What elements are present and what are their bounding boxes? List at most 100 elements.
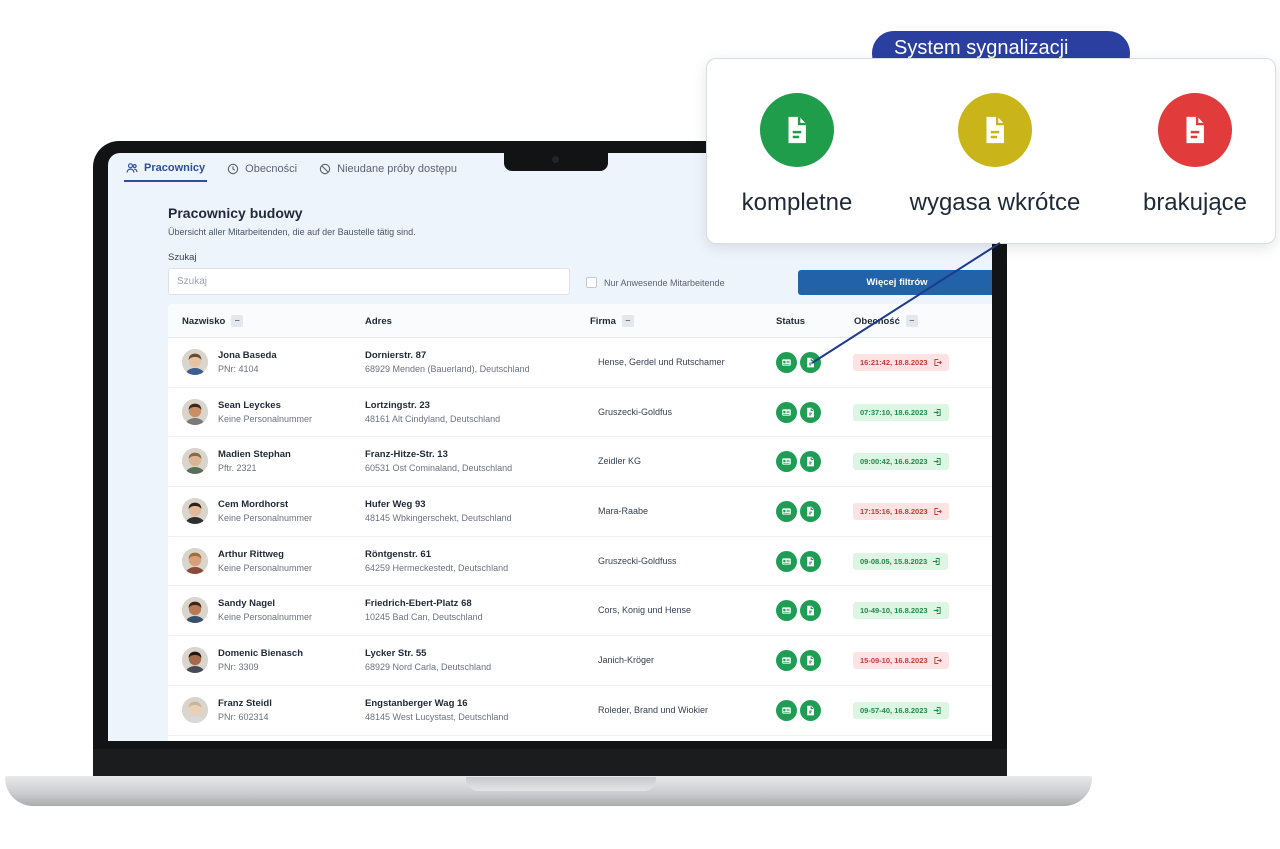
- id-card-icon[interactable]: [776, 550, 797, 572]
- address-city: 60531 Ost Cominaland, Deutschland: [365, 463, 513, 474]
- worker-name: Cem Mordhorst: [218, 499, 289, 511]
- document-icon[interactable]: [800, 352, 821, 373]
- column-header-nazwisko[interactable]: Nazwisko –: [182, 304, 244, 338]
- address-city: 64259 Hermeckestedt, Deutschland: [365, 562, 509, 573]
- table-row[interactable]: Sean Leyckes Keine Personalnummer Lortzing…: [168, 388, 992, 438]
- enter-icon: [933, 408, 942, 417]
- avatar: [182, 398, 208, 425]
- worker-name: Franz Steidl: [218, 697, 272, 709]
- table-row[interactable]: Domenic Bienasch PNr: 3309 Lycker Str. 55 6…: [168, 636, 992, 686]
- more-filters-button[interactable]: Więcej filtrów: [798, 270, 992, 295]
- company-name: Janich-Kröger: [598, 655, 655, 666]
- presence-time: 10-49-10, 16.8.2023: [860, 606, 928, 616]
- presence-time: 09:00:42, 16.6.2023: [860, 457, 928, 467]
- enter-icon: [933, 457, 942, 466]
- legend-label: wygasa wkrótce: [909, 189, 1081, 216]
- enter-icon: [932, 557, 941, 566]
- column-header-obecnosc[interactable]: Obecność –: [854, 304, 918, 338]
- status-badges: [776, 352, 821, 373]
- status-badges: [776, 600, 821, 622]
- address-street: Hufer Weg 93: [365, 499, 426, 511]
- address-street: Engstanberger Wag 16: [365, 697, 468, 709]
- address-street: Friedrich-Ebert-Platz 68: [365, 598, 472, 610]
- exit-icon: [933, 656, 942, 665]
- presence-badge: 07:37:10, 18.6.2023: [853, 403, 949, 421]
- document-icon[interactable]: [800, 600, 821, 622]
- avatar: [182, 597, 208, 624]
- sort-toggle-icon[interactable]: –: [905, 315, 918, 327]
- column-header-status: Status: [776, 304, 805, 338]
- id-card-icon[interactable]: [776, 600, 797, 622]
- worker-name: Domenic Bienasch: [218, 648, 303, 660]
- id-card-icon[interactable]: [776, 501, 797, 523]
- legend-label: brakujące: [1142, 189, 1248, 216]
- tab-nieudane-proby[interactable]: Nieudane próby dostępu: [317, 156, 459, 182]
- column-header-firma[interactable]: Firma –: [590, 304, 634, 338]
- document-icon[interactable]: [800, 550, 821, 572]
- search-label: Szukaj: [168, 252, 197, 263]
- address-city: 48161 Alt Cindyland, Deutschland: [365, 413, 501, 424]
- column-header-adres: Adres: [365, 304, 392, 338]
- worker-personnel-number: Keine Personalnummer: [218, 413, 313, 424]
- status-badges: [776, 451, 821, 473]
- present-only-filter[interactable]: Nur Anwesende Mitarbeitende: [586, 277, 725, 288]
- company-name: Hense, Gerdel und Rutschamer: [598, 357, 725, 367]
- document-icon[interactable]: [800, 699, 821, 721]
- document-icon[interactable]: [800, 401, 821, 423]
- id-card-icon[interactable]: [776, 699, 797, 721]
- table-row[interactable]: Franz Steidl PNr: 602314 Engstanberger Wag…: [168, 686, 992, 736]
- column-label: Nazwisko: [182, 315, 226, 327]
- status-badges: [776, 650, 821, 672]
- avatar: [182, 696, 208, 723]
- address-city: 68929 Menden (Bauerland), Deutschland: [365, 364, 530, 374]
- address-street: Franz-Hitze-Str. 13: [365, 449, 448, 461]
- exit-icon: [933, 507, 942, 516]
- search-input[interactable]: [168, 268, 570, 295]
- presence-time: 16:21:42, 18.8.2023: [860, 358, 928, 367]
- column-label: Status: [776, 315, 806, 327]
- status-badges: [776, 501, 821, 523]
- sort-toggle-icon[interactable]: –: [621, 315, 634, 327]
- worker-name: Arthur Rittweg: [218, 548, 284, 560]
- id-card-icon[interactable]: [776, 650, 797, 672]
- avatar: [182, 498, 208, 525]
- column-label: Adres: [365, 315, 392, 327]
- id-card-icon[interactable]: [776, 451, 797, 473]
- address-street: Röntgenstr. 61: [365, 548, 431, 560]
- company-name: Gruszecki-Goldfuss: [598, 555, 677, 566]
- camera-notch: [504, 152, 608, 171]
- column-label: Obecność: [854, 315, 900, 327]
- table-row[interactable]: Cem Mordhorst Keine Personalnummer Hufer W…: [168, 487, 992, 537]
- status-badges: [776, 550, 821, 572]
- status-legend-callout: kompletne wygasa wkrótce brakujące: [706, 58, 1276, 244]
- status-badges: [776, 699, 821, 721]
- table-row[interactable]: Arthur Rittweg Keine Personalnummer Röntge…: [168, 537, 992, 587]
- table-row[interactable]: Madien Stephan Pftr. 2321 Franz-Hitze-Str.…: [168, 437, 992, 488]
- table-row[interactable]: Sandy Nagel Keine Personalnummer Friedrich…: [168, 586, 992, 637]
- presence-badge: 17:15:16, 16.8.2023: [853, 503, 949, 521]
- document-icon: [1158, 93, 1232, 167]
- tab-label: Obecności: [245, 163, 298, 175]
- document-icon: [958, 93, 1032, 167]
- address-street: Lortzingstr. 23: [365, 399, 430, 411]
- checkbox-label: Nur Anwesende Mitarbeitende: [604, 277, 725, 288]
- presence-badge: 09-57-40, 16.8.2023: [853, 701, 949, 719]
- present-only-checkbox[interactable]: [586, 277, 597, 288]
- tab-pracownicy[interactable]: Pracownicy: [124, 156, 208, 182]
- id-card-icon[interactable]: [776, 352, 797, 373]
- document-icon[interactable]: [800, 501, 821, 523]
- document-icon[interactable]: [800, 650, 821, 672]
- id-card-icon[interactable]: [776, 401, 797, 423]
- table-row[interactable]: Jona Baseda PNr: 4104 Dornierstr. 87 68929 …: [168, 338, 992, 388]
- tab-bar: Pracownicy Obecności Nieudane próby dost…: [124, 156, 459, 186]
- exit-icon: [933, 358, 942, 367]
- avatar: [182, 448, 208, 475]
- document-icon[interactable]: [800, 451, 821, 473]
- presence-time: 15-09-10, 16.8.2023: [860, 656, 928, 666]
- tab-obecnosci[interactable]: Obecności: [225, 156, 299, 182]
- laptop-groove: [466, 777, 656, 791]
- document-icon: [760, 93, 834, 167]
- sort-toggle-icon[interactable]: –: [231, 315, 244, 327]
- address-city: 48145 Wbkingerschekt, Deutschland: [365, 513, 512, 524]
- presence-time: 09-57-40, 16.8.2023: [860, 705, 928, 715]
